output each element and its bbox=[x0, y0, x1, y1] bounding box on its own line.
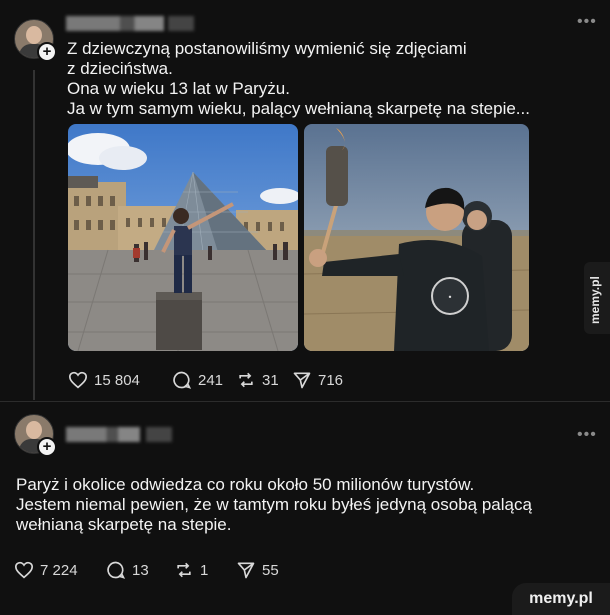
more-icon[interactable]: ••• bbox=[577, 426, 597, 444]
plus-icon[interactable]: + bbox=[37, 42, 57, 62]
repost-count: 1 bbox=[200, 561, 209, 579]
post-text-line: Z dziewczyną postanowiliśmy wymienić się… bbox=[67, 39, 467, 58]
share-icon bbox=[237, 562, 255, 579]
watermark-corner: memy.pl bbox=[512, 583, 610, 615]
post-text-line: Ja w tym samym wieku, palący wełnianą sk… bbox=[67, 99, 530, 118]
repost-button[interactable]: 31 bbox=[236, 370, 292, 390]
like-count: 15 804 bbox=[94, 371, 140, 389]
comment-icon bbox=[107, 561, 126, 579]
thread-line bbox=[33, 70, 35, 400]
watermark-side: memy.pl bbox=[584, 262, 610, 334]
post-2: + ••• Paryż i okolice odwiedza co roku o… bbox=[0, 402, 610, 615]
watermark-side-text: memy.pl bbox=[588, 276, 602, 324]
repost-icon bbox=[177, 562, 191, 578]
repost-button[interactable]: 1 bbox=[174, 560, 236, 580]
reply-text-line: wełnianą skarpetę na stepie. bbox=[16, 515, 232, 534]
share-count: 55 bbox=[262, 561, 279, 579]
timestamp-blurred bbox=[146, 427, 172, 442]
repost-count: 31 bbox=[262, 371, 279, 389]
reply-text-line: Paryż i okolice odwiedza co roku około 5… bbox=[16, 475, 475, 494]
share-button[interactable]: 55 bbox=[236, 560, 279, 580]
post-1: + ••• Z dziewczyną postanowiliśmy wymien… bbox=[0, 0, 610, 400]
like-count: 7 224 bbox=[40, 561, 78, 579]
heart-icon bbox=[68, 371, 88, 389]
like-button[interactable]: 15 804 bbox=[68, 371, 172, 389]
post-1-actions: 15 804 241 31 716 bbox=[68, 370, 343, 390]
comment-button[interactable]: 13 bbox=[106, 560, 174, 580]
plus-icon[interactable]: + bbox=[37, 437, 57, 457]
like-button[interactable]: 7 224 bbox=[14, 561, 106, 579]
share-icon bbox=[293, 372, 311, 389]
comment-icon bbox=[173, 371, 192, 389]
share-count: 716 bbox=[318, 371, 344, 389]
repost-icon bbox=[239, 372, 253, 388]
post-text: Z dziewczyną postanowiliśmy wymienić się… bbox=[67, 39, 530, 119]
comment-count: 13 bbox=[132, 561, 149, 579]
share-button[interactable]: 716 bbox=[292, 370, 343, 390]
more-icon[interactable]: ••• bbox=[577, 13, 597, 31]
photo-louvre[interactable] bbox=[68, 124, 298, 351]
username-blurred[interactable] bbox=[66, 16, 164, 31]
post-2-actions: 7 224 13 1 55 bbox=[14, 560, 279, 580]
username-blurred[interactable] bbox=[66, 427, 140, 442]
reply-text: Paryż i okolice odwiedza co roku około 5… bbox=[16, 475, 532, 535]
comment-button[interactable]: 241 bbox=[172, 370, 236, 390]
photo-steppe[interactable]: • bbox=[304, 124, 529, 351]
svg-text:•: • bbox=[448, 293, 453, 302]
post-text-line: Ona w wieku 13 lat w Paryżu. bbox=[67, 79, 290, 98]
heart-icon bbox=[14, 561, 34, 579]
comment-count: 241 bbox=[198, 371, 224, 389]
reply-text-line: Jestem niemal pewien, że w tamtym roku b… bbox=[16, 495, 532, 514]
timestamp-blurred bbox=[168, 16, 194, 31]
post-text-line: z dzieciństwa. bbox=[67, 59, 173, 78]
